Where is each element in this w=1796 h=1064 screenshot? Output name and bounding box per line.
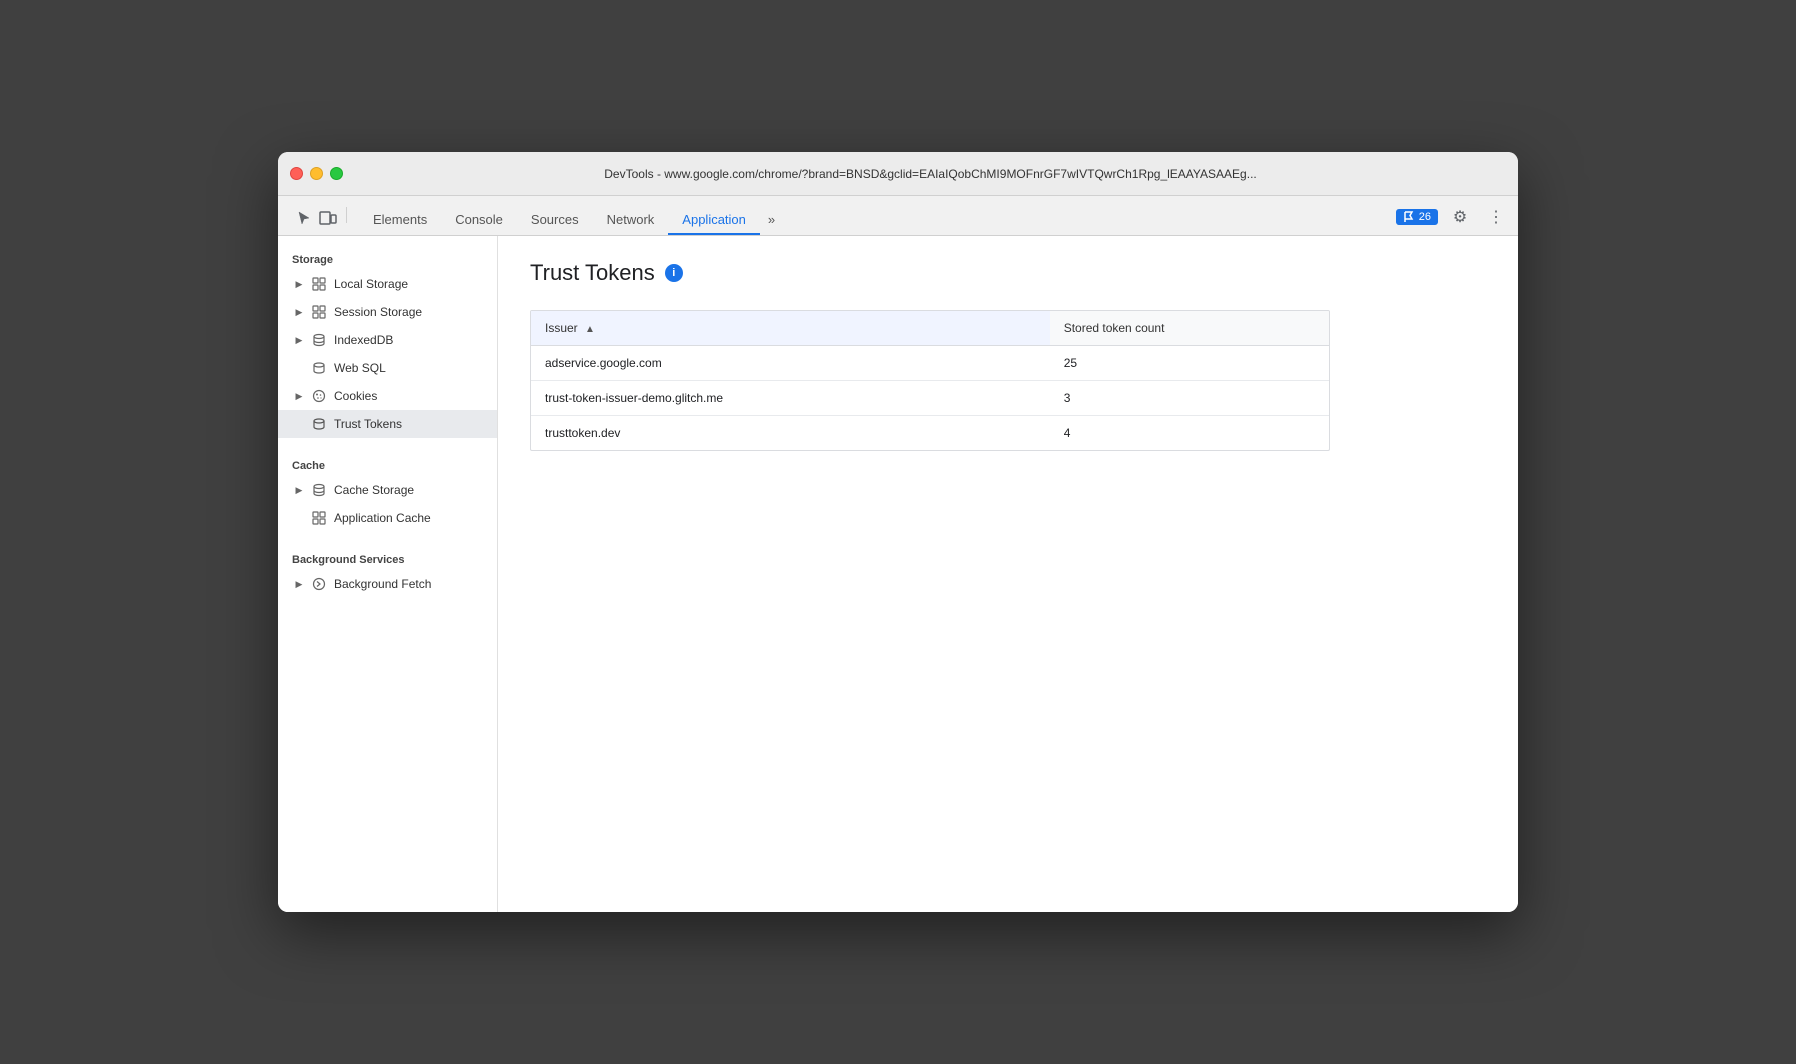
cell-issuer: trust-token-issuer-demo.glitch.me xyxy=(531,381,1050,416)
sidebar-item-web-sql[interactable]: Web SQL xyxy=(278,354,497,382)
info-icon[interactable]: i xyxy=(665,264,683,282)
titlebar: DevTools - www.google.com/chrome/?brand=… xyxy=(278,152,1518,196)
cell-issuer: adservice.google.com xyxy=(531,346,1050,381)
device-toggle-icon[interactable] xyxy=(318,208,338,228)
sidebar: Storage ▶ Local Storage ▶ Session Storag… xyxy=(278,236,498,912)
sidebar-item-application-cache[interactable]: Application Cache xyxy=(278,504,497,532)
table-row[interactable]: trust-token-issuer-demo.glitch.me3 xyxy=(531,381,1329,416)
more-tabs-button[interactable]: » xyxy=(760,206,783,235)
sidebar-item-cache-storage[interactable]: ▶ Cache Storage xyxy=(278,476,497,504)
window-title: DevTools - www.google.com/chrome/?brand=… xyxy=(355,167,1506,181)
sort-arrow-icon: ▲ xyxy=(585,324,595,335)
tabs-right-controls: 26 ⚙ ⋮ xyxy=(1388,203,1518,235)
devtools-window: DevTools - www.google.com/chrome/?brand=… xyxy=(278,152,1518,912)
divider xyxy=(346,207,347,223)
application-cache-label: Application Cache xyxy=(334,511,431,525)
trust-tokens-label: Trust Tokens xyxy=(334,417,402,431)
expand-arrow-icon: ▶ xyxy=(292,305,306,319)
tab-sources[interactable]: Sources xyxy=(517,206,593,235)
expand-arrow-icon: ▶ xyxy=(292,577,306,591)
tab-console[interactable]: Console xyxy=(441,206,517,235)
trust-tokens-table: Issuer ▲ Stored token count adservice.go… xyxy=(530,310,1330,451)
sidebar-item-cookies[interactable]: ▶ Cookies xyxy=(278,382,497,410)
cache-section-label: Cache xyxy=(278,450,497,476)
sidebar-item-indexeddb[interactable]: ▶ IndexedDB xyxy=(278,326,497,354)
database-single-icon xyxy=(310,359,328,377)
tab-elements[interactable]: Elements xyxy=(359,206,441,235)
session-storage-label: Session Storage xyxy=(334,305,422,319)
col-header-issuer[interactable]: Issuer ▲ xyxy=(531,311,1050,346)
cell-count: 25 xyxy=(1050,346,1329,381)
cell-issuer: trusttoken.dev xyxy=(531,416,1050,451)
close-button[interactable] xyxy=(290,167,303,180)
grid-icon xyxy=(310,509,328,527)
devtools-body: Storage ▶ Local Storage ▶ Session Storag… xyxy=(278,236,1518,912)
settings-button[interactable]: ⚙ xyxy=(1446,203,1474,231)
devtools-tabbar: Elements Console Sources Network Applica… xyxy=(278,196,1518,236)
local-storage-label: Local Storage xyxy=(334,277,408,291)
toolbar-icons xyxy=(286,207,359,235)
traffic-lights xyxy=(290,167,343,180)
web-sql-label: Web SQL xyxy=(334,361,386,375)
expand-arrow-icon: ▶ xyxy=(292,483,306,497)
cache-storage-label: Cache Storage xyxy=(334,483,414,497)
table-row[interactable]: adservice.google.com25 xyxy=(531,346,1329,381)
cursor-icon[interactable] xyxy=(294,208,314,228)
sidebar-item-background-fetch[interactable]: ▶ Background Fetch xyxy=(278,570,497,598)
background-services-label: Background Services xyxy=(278,544,497,570)
database-single-icon xyxy=(310,415,328,433)
sidebar-item-session-storage[interactable]: ▶ Session Storage xyxy=(278,298,497,326)
sidebar-item-local-storage[interactable]: ▶ Local Storage xyxy=(278,270,497,298)
expand-arrow-icon: ▶ xyxy=(292,389,306,403)
database-icon xyxy=(310,481,328,499)
more-options-button[interactable]: ⋮ xyxy=(1482,203,1510,231)
cell-count: 4 xyxy=(1050,416,1329,451)
col-header-count[interactable]: Stored token count xyxy=(1050,311,1329,346)
table-row[interactable]: trusttoken.dev4 xyxy=(531,416,1329,451)
main-panel: Trust Tokens i Issuer ▲ Stored xyxy=(498,236,1518,912)
background-fetch-label: Background Fetch xyxy=(334,577,431,591)
maximize-button[interactable] xyxy=(330,167,343,180)
page-title-row: Trust Tokens i xyxy=(530,260,1486,286)
tab-application[interactable]: Application xyxy=(668,206,760,235)
vertical-dots-icon: ⋮ xyxy=(1488,207,1504,227)
grid-icon xyxy=(310,275,328,293)
cookie-icon xyxy=(310,387,328,405)
grid-icon xyxy=(310,303,328,321)
database-icon xyxy=(310,331,328,349)
issues-badge[interactable]: 26 xyxy=(1396,209,1438,225)
storage-section-label: Storage xyxy=(278,244,497,270)
minimize-button[interactable] xyxy=(310,167,323,180)
page-title: Trust Tokens xyxy=(530,260,655,286)
indexeddb-label: IndexedDB xyxy=(334,333,393,347)
arrow-icon xyxy=(310,575,328,593)
gear-icon: ⚙ xyxy=(1453,207,1467,227)
cell-count: 3 xyxy=(1050,381,1329,416)
tab-network[interactable]: Network xyxy=(593,206,669,235)
flag-icon xyxy=(1403,211,1415,223)
sidebar-item-trust-tokens[interactable]: ▶ Trust Tokens xyxy=(278,410,497,438)
expand-arrow-icon: ▶ xyxy=(292,333,306,347)
expand-arrow-icon: ▶ xyxy=(292,277,306,291)
cookies-label: Cookies xyxy=(334,389,377,403)
